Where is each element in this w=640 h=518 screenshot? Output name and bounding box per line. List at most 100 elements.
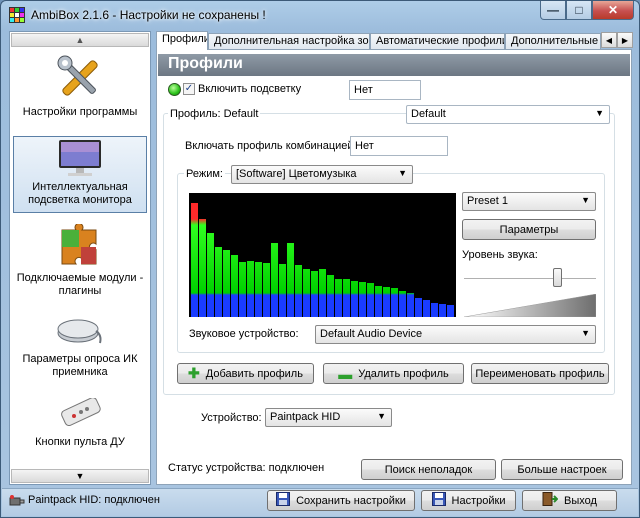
spectrum-bar [287,243,294,317]
spectrum-bar [351,281,358,317]
spectrum-bar [311,271,318,317]
mode-label: Режим: [184,168,225,180]
sidebar-scroll-up-button[interactable]: ▲ [11,33,149,47]
spectrum-bar [303,269,310,317]
spectrum-bar [447,305,454,317]
monitor-icon [56,139,104,177]
minimize-button[interactable]: — [540,1,566,20]
sidebar-item-label: Параметры опроса ИК приемника [22,353,138,378]
volume-slider-thumb[interactable] [553,268,562,287]
sound-device-label: Звуковое устройство: [189,328,299,340]
spectrum-bar [375,286,382,317]
plus-icon: ✚ [188,365,200,381]
minus-icon: ▬ [338,365,353,382]
more-settings-button[interactable]: Больше настроек [501,459,623,480]
volume-label: Уровень звука: [462,249,538,261]
tab-scroll-right-button[interactable]: ▶ [617,32,633,48]
statusbar-device-status: Paintpack HID: подключен [28,494,160,506]
spectrum-bar [423,300,430,317]
parameters-button[interactable]: Параметры [462,219,596,240]
settings-label: Настройки [451,494,506,507]
sound-device-select-value: Default Audio Device [320,328,423,340]
volume-level-graphic [464,294,596,317]
settings-button[interactable]: Настройки [421,490,516,511]
spectrum-bar [199,219,206,317]
sidebar-item-program-settings[interactable]: Настройки программы [13,52,147,148]
tab-zone-settings[interactable]: Дополнительная настройка зон [208,33,370,50]
spectrum-bar [335,279,342,317]
floppy-disk-icon [276,492,291,509]
sidebar-item-label: Подключаемые модули - плагины [16,272,144,297]
chevron-down-icon: ▼ [581,195,590,205]
close-button[interactable]: ✕ [592,1,634,20]
combination-label: Включать профиль комбинацией: [185,140,357,152]
remote-control-icon [56,397,104,432]
enable-backlight-checkbox[interactable]: ✓ [183,83,195,95]
volume-slider-track[interactable] [464,278,596,280]
sidebar-item-monitor-backlight[interactable]: Интеллектуальная подсветка монитора [13,136,147,213]
spectrum-bar [343,279,350,317]
tab-scroll-left-button[interactable]: ◀ [601,32,617,48]
preset-select-value: Preset 1 [467,195,508,207]
ir-receiver-icon [56,309,104,349]
enable-backlight-label: Включить подсветку [198,83,302,95]
spectrum-bar [263,263,270,317]
device-label: Устройство: [201,412,262,424]
save-settings-button[interactable]: Сохранить настройки [267,490,415,511]
sidebar-scroll-down-button[interactable]: ▼ [11,469,149,483]
tab-auto-profiles[interactable]: Автоматические профили [370,33,505,50]
spectrum-bar [239,262,246,317]
sidebar-item-label: Кнопки пульта ДУ [35,436,125,448]
spectrum-bar [439,304,446,317]
device-select[interactable]: Paintpack HID ▼ [265,408,392,427]
floppy-disk-icon [431,492,446,509]
puzzle-icon [56,222,104,268]
spectrum-bar [367,283,374,317]
spectrum-bar [255,262,262,317]
exit-door-icon [542,492,559,509]
combination-hotkey-field[interactable]: Нет [350,136,448,156]
spectrum-bar [431,303,438,317]
spectrum-bar [359,282,366,317]
add-profile-button[interactable]: ✚ Добавить профиль [177,363,314,384]
delete-profile-button[interactable]: ▬ Удалить профиль [323,363,464,384]
sidebar-item-plugins[interactable]: Подключаемые модули - плагины [13,222,147,297]
exit-button[interactable]: Выход [522,490,617,511]
tab-additional[interactable]: Дополнительные н [505,33,601,50]
sidebar-item-remote-buttons[interactable]: Кнопки пульта ДУ [13,397,147,454]
enable-hotkey-field[interactable]: Нет [349,80,421,100]
tab-profiles[interactable]: Профили [156,31,208,50]
sound-device-select[interactable]: Default Audio Device ▼ [315,325,596,344]
spectrum-bar [391,288,398,317]
profile-select[interactable]: Default ▼ [406,105,610,124]
rename-profile-button[interactable]: Переименовать профиль [471,363,609,384]
app-window: AmbiBox 2.1.6 - Настройки не сохранены !… [0,0,640,518]
spectrum-bar [407,293,414,317]
spectrum-bar [383,287,390,317]
spectrum-bar [191,203,198,317]
profile-select-value: Default [411,108,446,120]
spectrum-bar [271,243,278,317]
chevron-down-icon: ▼ [377,411,386,421]
chevron-down-icon: ▼ [398,168,407,178]
tab-scroll-buttons: ◀ ▶ [601,32,633,48]
preset-select[interactable]: Preset 1 ▼ [462,192,596,211]
mode-select-value: [Software] Цветомузыка [236,168,357,180]
profile-label: Профиль: Default [168,108,261,120]
spectrum-bar [231,255,238,317]
tools-icon [56,54,104,102]
spectrum-bar [279,264,286,317]
sidebar-item-ir-receiver[interactable]: Параметры опроса ИК приемника [13,309,147,379]
delete-profile-label: Удалить профиль [358,367,449,380]
mode-select[interactable]: [Software] Цветомузыка ▼ [231,165,413,184]
tab-bar: Профили Дополнительная настройка зон Авт… [156,31,632,50]
troubleshoot-button[interactable]: Поиск неполадок [361,459,496,480]
exit-label: Выход [564,494,597,507]
device-select-value: Paintpack HID [270,411,341,423]
spectrum-bar [223,250,230,317]
sidebar-item-label: Интеллектуальная подсветка монитора [28,181,132,206]
device-status-text: Статус устройства: подключен [168,462,325,474]
spectrum-bar [247,261,254,317]
app-icon [9,7,25,23]
maximize-button[interactable]: □ [566,1,592,20]
